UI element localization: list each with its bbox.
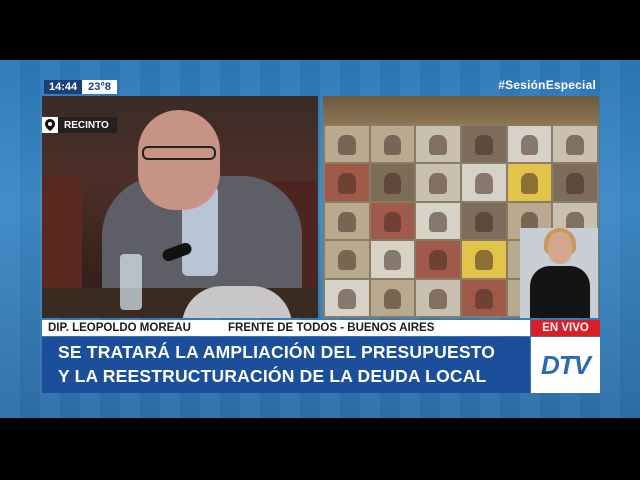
channel-logo-text: DTV	[541, 349, 591, 380]
temperature: 23°8	[82, 80, 117, 94]
live-badge: EN VIVO	[531, 320, 600, 336]
map-pin-icon	[42, 117, 58, 133]
channel-logo: DTV	[531, 337, 600, 393]
hashtag: #SesiónEspecial	[498, 78, 596, 92]
letterbox-bottom	[0, 418, 640, 480]
letterbox-top	[0, 0, 640, 60]
speaker-bar: DIP. LEOPOLDO MOREAU FRENTE DE TODOS - B…	[42, 320, 530, 336]
sign-language-interpreter	[520, 228, 598, 318]
location-tag: RECINTO	[42, 117, 117, 133]
headline-line-1: SE TRATARÁ LA AMPLIACIÓN DEL PRESUPUESTO	[58, 342, 496, 362]
location-label: RECINTO	[64, 119, 109, 131]
speaker-name: DIP. LEOPOLDO MOREAU	[48, 322, 191, 334]
headline-line-2: Y LA REESTRUCTURACIÓN DE LA DEUDA LOCAL	[58, 366, 487, 386]
clock: 14:44	[44, 80, 83, 94]
clock-temperature-box: 14:44 23°8	[44, 80, 117, 94]
headline: SE TRATARÁ LA AMPLIACIÓN DEL PRESUPUESTO…	[42, 337, 530, 393]
speaker-party-region: FRENTE DE TODOS - BUENOS AIRES	[228, 322, 435, 334]
